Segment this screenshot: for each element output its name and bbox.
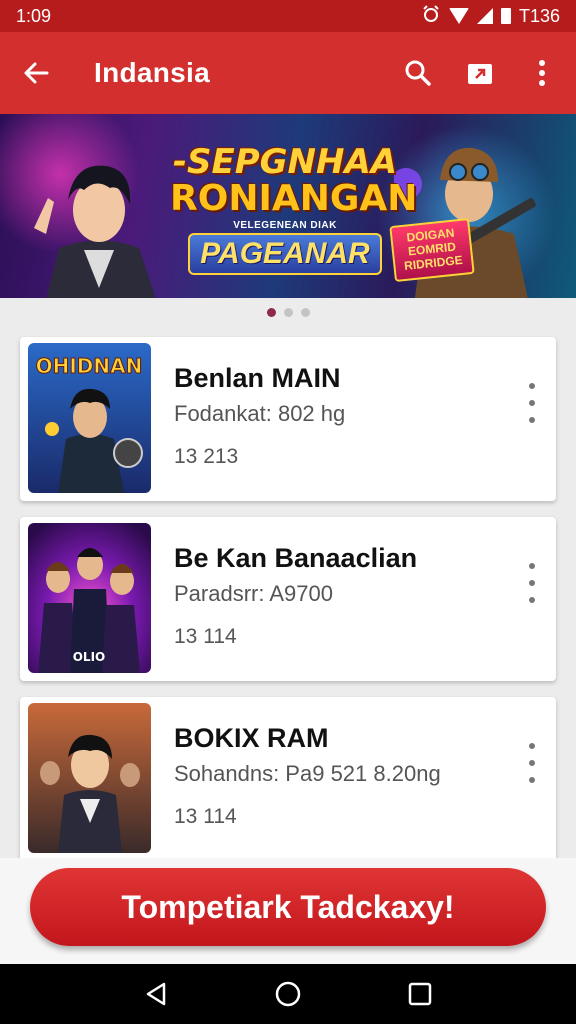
banner-badge: DOIGAN EOMRID RIDRIDGE [389, 217, 475, 283]
share-icon[interactable] [462, 55, 498, 91]
battery-icon [500, 8, 511, 24]
banner-line-1: -SEPGNHAA [172, 142, 398, 182]
game-thumbnail-3 [28, 703, 151, 853]
app-bar: Indansia [0, 32, 576, 114]
game-thumbnail-1: OHIDNAN [28, 343, 151, 493]
status-right-text: T136 [518, 5, 560, 26]
banner-line-3: PAGEANAR [188, 233, 382, 275]
game-title-1: Benlan MAIN [174, 363, 341, 393]
nav-home-icon[interactable] [268, 974, 308, 1014]
game-card-3[interactable]: BOKIX RAM Sohandns: Pa9 521 8.20ng 13 11… [20, 697, 556, 861]
more-vert-icon[interactable] [526, 563, 538, 603]
game-title-3: BOKIX RAM [174, 723, 329, 753]
game-thumbnail-2: OLIO [28, 523, 151, 673]
game-subtitle-1: Fodankat: 802 hg [174, 401, 346, 426]
search-icon[interactable] [400, 55, 436, 91]
game-thumbnail-1-text: OHIDNAN [36, 354, 143, 378]
game-meta-1: 13 213 [174, 445, 239, 468]
more-vert-icon[interactable] [526, 743, 538, 783]
carousel-dot-2[interactable] [283, 308, 293, 317]
carousel-dot-1[interactable] [266, 308, 276, 317]
game-meta-3: 13 114 [174, 805, 237, 828]
hero-character-left-image [34, 165, 156, 298]
alarm-icon [421, 4, 441, 29]
game-card-2[interactable]: OLIO Be Kan Banaaclian Paradsrr: A9700 1… [20, 517, 556, 681]
back-arrow-icon[interactable] [16, 53, 56, 93]
nav-back-icon[interactable] [136, 974, 176, 1014]
signal-icon [476, 8, 493, 24]
status-icons: T136 [421, 4, 560, 29]
carousel-indicator [0, 308, 576, 317]
more-vert-icon[interactable] [526, 383, 538, 423]
banner-line-2: RONIANGAN [170, 178, 418, 219]
cta-button[interactable]: Tompetiark Tadckaxy! [30, 868, 546, 946]
game-meta-2: 13 114 [174, 625, 237, 648]
banner-headline: -SEPGNHAA RONIANGAN VELEGENEAN DIAK PAGE… [170, 142, 418, 275]
page-title: Indansia [94, 57, 210, 88]
game-card-1[interactable]: OHIDNAN Benlan MAIN Fodankat: 802 hg 13 … [20, 337, 556, 501]
promo-banner[interactable]: -SEPGNHAA RONIANGAN VELEGENEAN DIAK PAGE… [0, 114, 576, 298]
status-bar: 1:09 T136 [0, 0, 576, 32]
status-time: 1:09 [16, 5, 52, 26]
game-subtitle-2: Paradsrr: A9700 [174, 581, 333, 606]
game-subtitle-3: Sohandns: Pa9 521 8.20ng [174, 761, 441, 786]
carousel-dot-3[interactable] [300, 308, 310, 317]
game-title-2: Be Kan Banaaclian [174, 543, 418, 573]
game-thumbnail-2-text: OLIO [73, 650, 106, 664]
more-vert-icon[interactable] [524, 55, 560, 91]
wifi-icon [448, 8, 469, 24]
nav-recents-icon[interactable] [400, 974, 440, 1014]
banner-subtitle: VELEGENEAN DIAK [233, 220, 337, 231]
system-nav-bar [0, 964, 576, 1024]
